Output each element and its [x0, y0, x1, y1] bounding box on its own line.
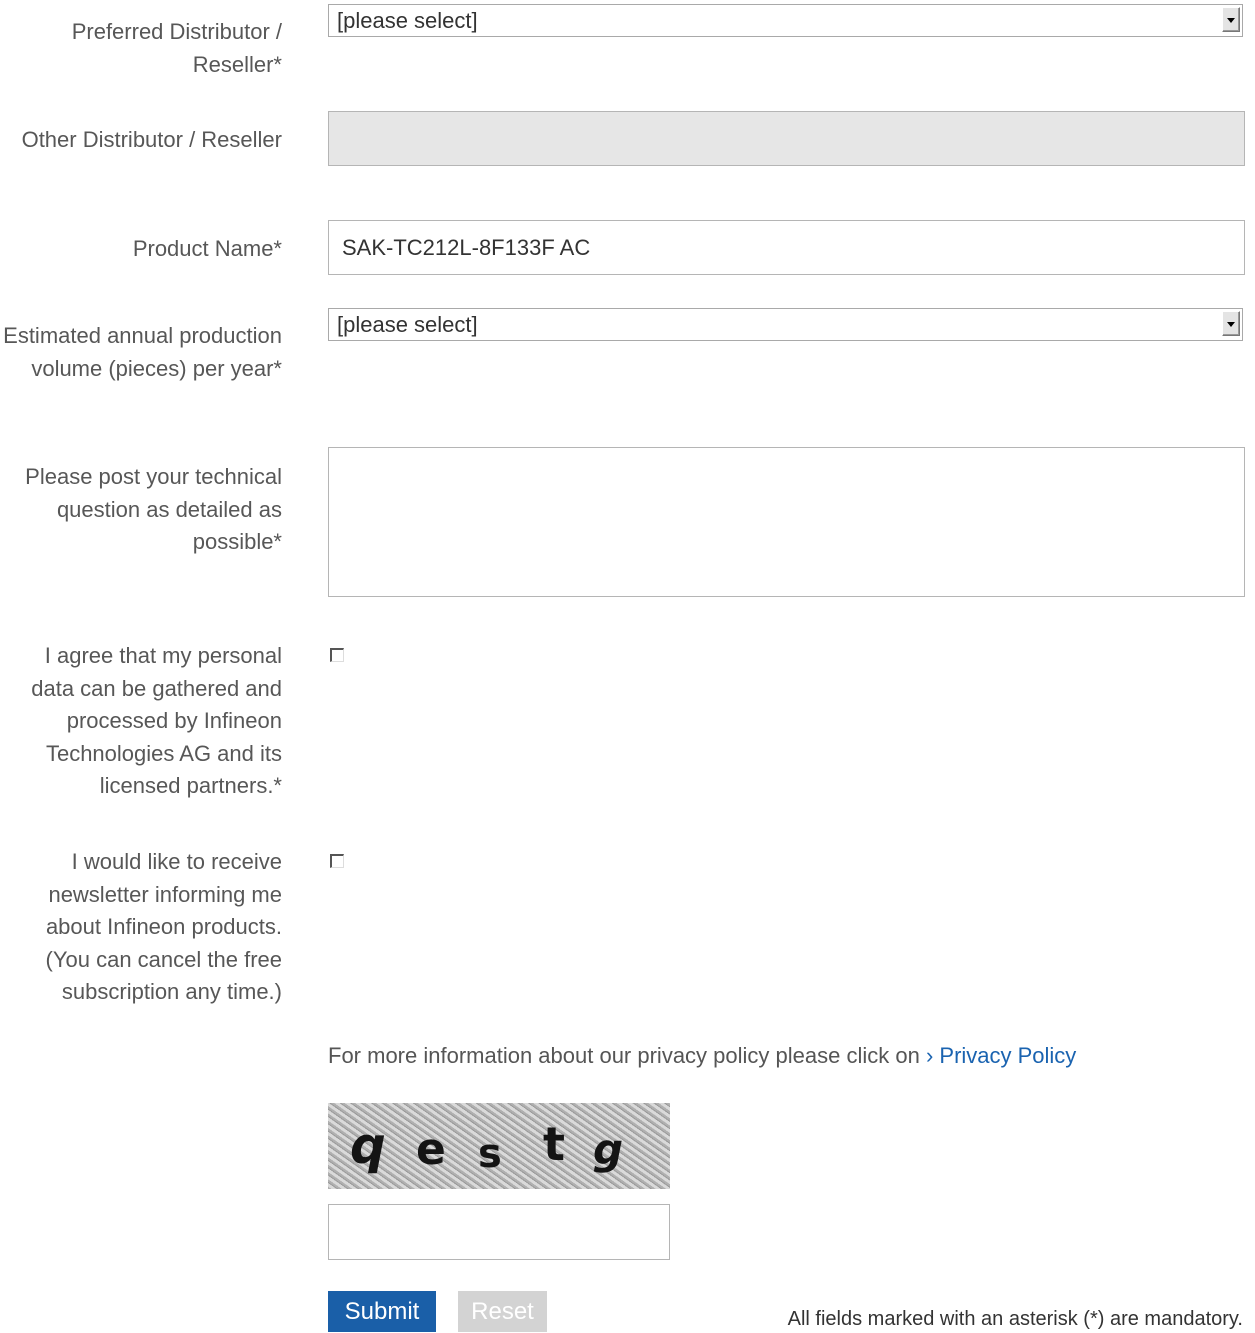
technical-question-label: Please post your technical question as d…: [25, 464, 282, 554]
captcha-input[interactable]: [328, 1204, 670, 1260]
privacy-policy-link[interactable]: › Privacy Policy: [926, 1043, 1076, 1068]
technical-question-textarea[interactable]: [328, 447, 1245, 597]
product-name-label: Product Name*: [132, 236, 282, 261]
preferred-distributor-value: [please select]: [337, 8, 478, 33]
privacy-text: For more information about our privacy p…: [328, 1043, 920, 1068]
production-volume-value: [please select]: [337, 312, 478, 337]
preferred-distributor-select[interactable]: [please select]: [328, 4, 1243, 37]
agree-data-label: I agree that my personal data can be gat…: [31, 643, 282, 798]
production-volume-label: Estimated annual production volume (piec…: [3, 323, 282, 381]
submit-button[interactable]: Submit: [328, 1291, 436, 1332]
captcha-image: q e s t g: [328, 1103, 670, 1189]
mandatory-note: All fields marked with an asterisk (*) a…: [787, 1308, 1243, 1330]
reset-button[interactable]: Reset: [458, 1291, 547, 1332]
newsletter-checkbox[interactable]: [330, 854, 344, 868]
agree-data-checkbox[interactable]: [330, 648, 344, 662]
captcha-char: t: [543, 1117, 565, 1171]
dropdown-arrow-icon[interactable]: [1222, 7, 1240, 32]
other-distributor-input[interactable]: [328, 111, 1245, 166]
captcha-char: g: [593, 1125, 624, 1174]
captcha-char: q: [350, 1117, 386, 1175]
product-name-input[interactable]: SAK-TC212L-8F133F AC: [328, 220, 1245, 275]
production-volume-select[interactable]: [please select]: [328, 308, 1243, 341]
captcha-char: s: [478, 1131, 502, 1177]
preferred-distributor-label: Preferred Distributor / Reseller*: [71, 19, 282, 77]
dropdown-arrow-icon[interactable]: [1222, 311, 1240, 336]
captcha-char: e: [416, 1124, 446, 1175]
other-distributor-label: Other Distributor / Reseller: [21, 127, 282, 152]
newsletter-label: I would like to receive newsletter infor…: [45, 849, 282, 1004]
privacy-note: For more information about our privacy p…: [328, 1040, 1076, 1072]
